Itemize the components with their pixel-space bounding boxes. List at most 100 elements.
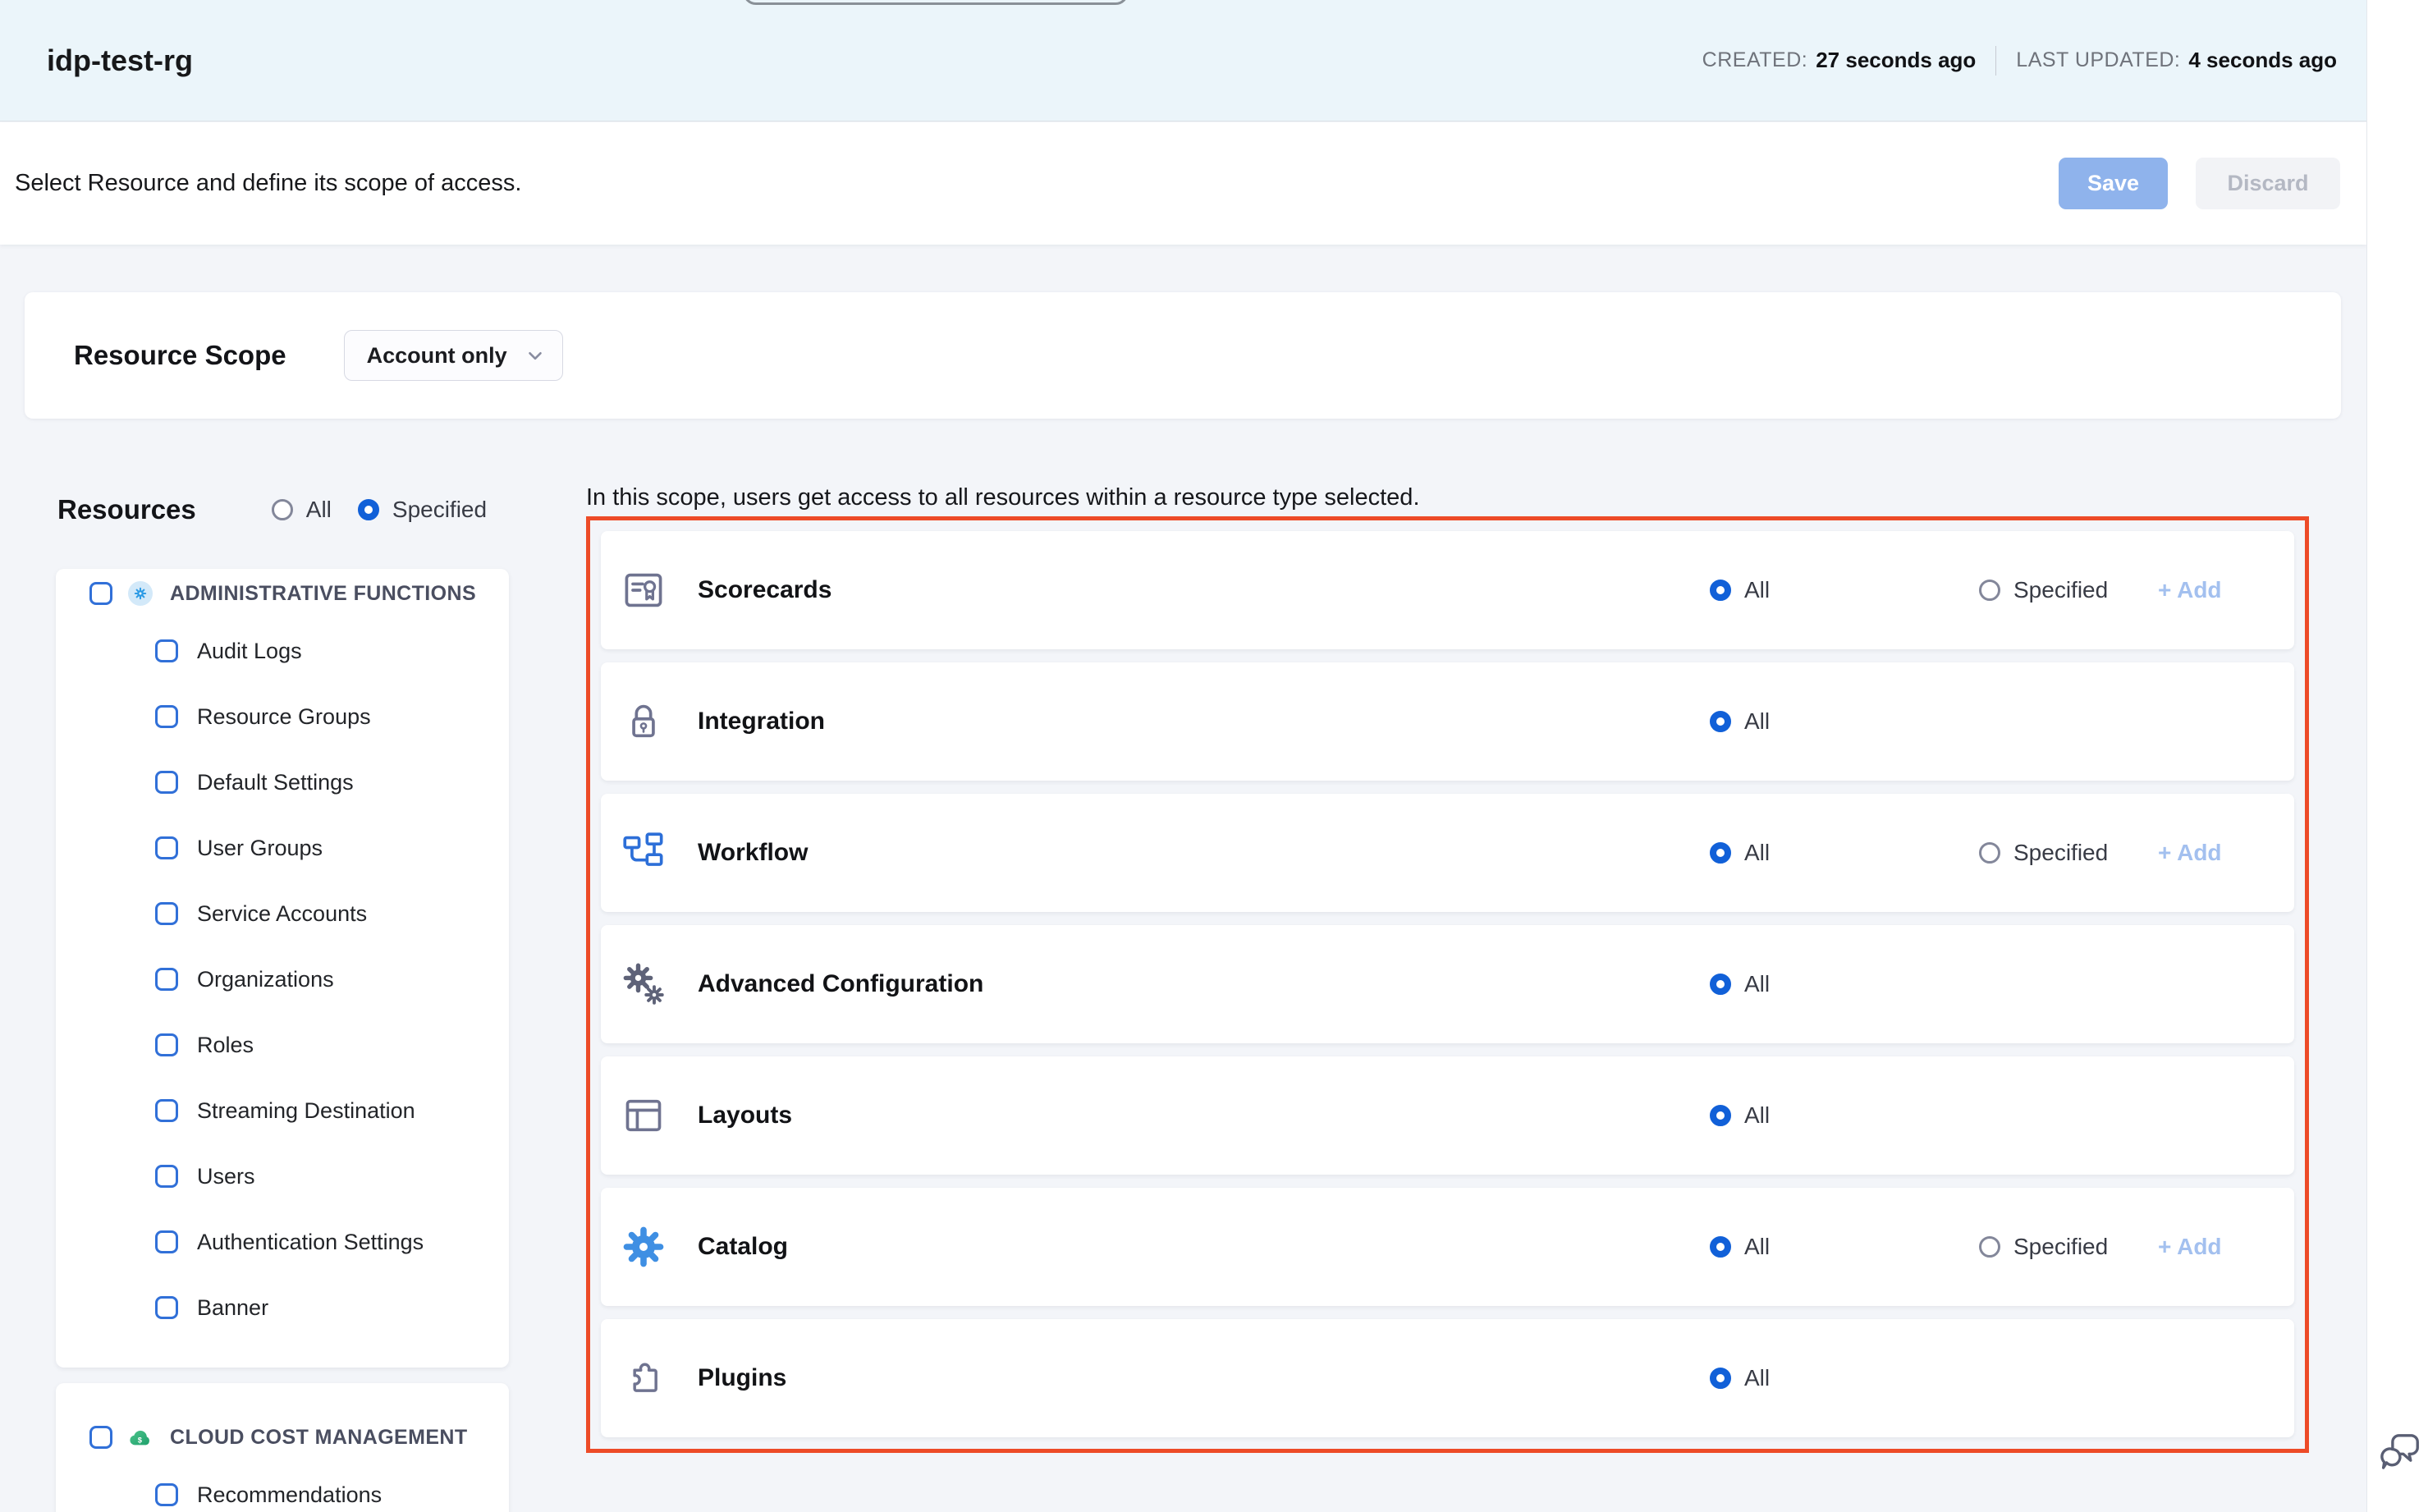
discard-button[interactable]: Discard [2196,158,2340,209]
resource-type-label: Integration [698,708,825,735]
resource-item-checkbox[interactable] [155,705,178,728]
resource-item: Roles [56,1012,509,1078]
add-link[interactable]: + Add [2158,577,2222,603]
group-header: $CLOUD COST MANAGEMENT [56,1413,509,1462]
row-all-radio[interactable] [1710,1105,1731,1126]
created-label: CREATED: [1702,48,1808,72]
resource-item-checkbox[interactable] [155,1033,178,1056]
resource-scope-label: Resource Scope [74,340,286,371]
resource-scope-select[interactable]: Account only [344,330,563,381]
toolbar-actions: Save Discard [2059,158,2340,209]
resource-item-checkbox[interactable] [155,771,178,794]
row-all-option[interactable]: All [1710,577,1770,603]
resource-type-row: ScorecardsAllSpecified+ Add [601,531,2294,649]
resource-item-label: Roles [197,1033,254,1058]
resource-item-checkbox[interactable] [155,1296,178,1319]
row-specified-radio[interactable] [1979,1236,2000,1258]
resource-item: Authentication Settings [56,1209,509,1275]
resource-type-label: Advanced Configuration [698,970,983,998]
resource-type-label: Workflow [698,839,808,867]
resources-title: Resources [57,494,196,525]
resource-item: Organizations [56,946,509,1012]
resource-type-row: LayoutsAll [601,1056,2294,1175]
row-all-radio[interactable] [1710,842,1731,864]
resource-type-row: Plugins All [601,1319,2294,1437]
row-specified-option[interactable]: Specified [1979,577,2108,603]
row-specified-radio[interactable] [1979,842,2000,864]
resource-type-label: Plugins [698,1364,786,1392]
last-updated-value: 4 seconds ago [2188,48,2337,73]
resource-item-label: Resource Groups [197,704,371,730]
resource-item-label: Users [197,1164,255,1189]
created-value: 27 seconds ago [1816,48,1976,73]
resources-all-radio[interactable] [272,499,293,520]
svg-text:$: $ [138,1436,143,1444]
resources-specified-radio[interactable] [358,499,379,520]
page-header: idp-test-rg CREATED: 27 seconds ago LAST… [0,0,2366,121]
row-all-option[interactable]: All [1710,971,1770,997]
row-all-label: All [1744,840,1770,866]
row-specified-option[interactable]: Specified [1979,1234,2108,1260]
row-all-option[interactable]: All [1710,1102,1770,1129]
resource-item-checkbox[interactable] [155,836,178,859]
resource-type-row: Workflow All Specified + Add [601,794,2294,912]
gear-circle-icon [128,581,153,606]
resource-item-checkbox[interactable] [155,902,178,925]
row-specified-option[interactable]: Specified [1979,840,2108,866]
row-all-radio[interactable] [1710,711,1731,732]
add-link[interactable]: + Add [2158,840,2222,866]
group-checkbox[interactable] [89,582,112,605]
row-specified-radio[interactable] [1979,580,2000,601]
resource-item-checkbox[interactable] [155,1099,178,1122]
resource-item-checkbox[interactable] [155,1483,178,1506]
resource-scope-card: Resource Scope Account only [25,292,2341,419]
resource-item: Banner [56,1275,509,1340]
resources-specified-label: Specified [392,497,487,523]
row-specified-label: Specified [2013,577,2108,603]
row-all-option[interactable]: All [1710,1365,1770,1391]
resource-item: User Groups [56,815,509,881]
header-meta: CREATED: 27 seconds ago LAST UPDATED: 4 … [1702,46,2337,76]
resources-all-option[interactable]: All [272,497,332,523]
group-checkbox[interactable] [89,1426,112,1449]
resources-specified-option[interactable]: Specified [358,497,487,523]
resource-item: Resource Groups [56,684,509,749]
resource-type-row: Catalog All Specified + Add [601,1188,2294,1306]
resource-type-row: Advanced Configuration All [601,925,2294,1043]
page-title: idp-test-rg [47,44,193,78]
puzzle-icon [622,1357,665,1400]
resource-item: Streaming Destination [56,1078,509,1143]
resource-item-label: Organizations [197,967,334,992]
resource-item-label: Audit Logs [197,639,302,664]
row-all-option[interactable]: All [1710,1234,1770,1260]
row-all-label: All [1744,577,1770,603]
resources-all-label: All [306,497,332,523]
row-all-radio[interactable] [1710,1236,1731,1258]
group-header: ADMINISTRATIVE FUNCTIONS [56,569,509,618]
row-all-radio[interactable] [1710,1368,1731,1389]
resource-group-card: ADMINISTRATIVE FUNCTIONS Audit Logs Resour… [56,569,509,1368]
resource-item-label: Banner [197,1295,268,1321]
resource-item-checkbox[interactable] [155,639,178,662]
save-button[interactable]: Save [2059,158,2168,209]
row-all-radio[interactable] [1710,974,1731,995]
cloud-dollar-icon: $ [128,1425,153,1450]
resource-group-card: $CLOUD COST MANAGEMENTRecommendations [56,1383,509,1512]
resource-item-checkbox[interactable] [155,1230,178,1253]
resource-type-label: Catalog [698,1233,788,1261]
layout-icon [622,1094,665,1137]
resource-item-label: User Groups [197,836,323,861]
row-all-label: All [1744,971,1770,997]
resource-item: Audit Logs [56,618,509,684]
row-all-option[interactable]: All [1710,840,1770,866]
resources-header: Resources All Specified [57,490,517,529]
add-link[interactable]: + Add [2158,1234,2222,1260]
scorecard-icon [622,569,665,612]
resource-item-checkbox[interactable] [155,1165,178,1188]
row-all-radio[interactable] [1710,580,1731,601]
scope-note: In this scope, users get access to all r… [586,484,1420,511]
top-overlay-artifact [743,0,1129,5]
resource-item-checkbox[interactable] [155,968,178,991]
row-all-option[interactable]: All [1710,708,1770,735]
chat-bubbles-icon[interactable] [2379,1430,2423,1474]
